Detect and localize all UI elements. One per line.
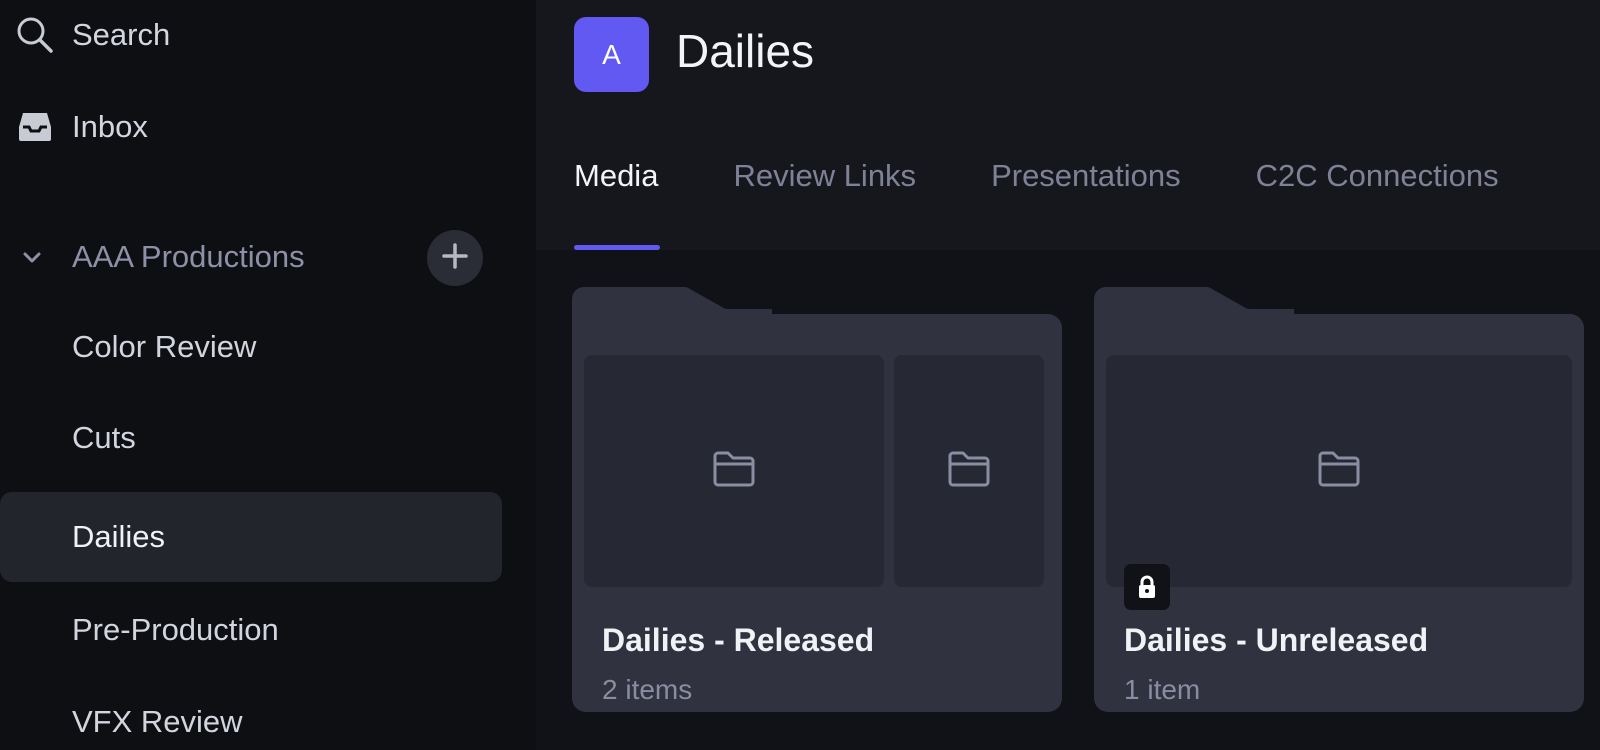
chevron-down-icon[interactable] xyxy=(20,245,44,269)
sidebar-item-vfx-review[interactable]: VFX Review xyxy=(0,677,502,750)
plus-icon xyxy=(441,242,469,275)
folder-card-released[interactable]: Dailies - Released 2 items xyxy=(572,285,1062,712)
team-name: AAA Productions xyxy=(72,239,305,274)
folder-card-unreleased[interactable]: Dailies - Unreleased 1 item xyxy=(1094,285,1584,712)
search-icon xyxy=(16,16,54,54)
active-tab-indicator xyxy=(574,245,660,250)
folder-name: Dailies - Released xyxy=(602,622,875,658)
sidebar-item-label: Color Review xyxy=(72,329,257,364)
tab-review-links[interactable]: Review Links xyxy=(733,158,916,250)
sidebar-search-label: Search xyxy=(72,17,171,52)
tab-media[interactable]: Media xyxy=(574,158,658,250)
folder-body: Dailies - Released 2 items xyxy=(572,314,1062,712)
sidebar-inbox-label: Inbox xyxy=(72,109,148,144)
sidebar-item-color-review[interactable]: Color Review xyxy=(0,302,502,392)
sidebar-item-label: Cuts xyxy=(72,420,136,455)
folder-body: Dailies - Unreleased 1 item xyxy=(1094,314,1584,712)
sidebar-item-label: VFX Review xyxy=(72,704,243,739)
folder-item-count: 1 item xyxy=(1124,674,1201,705)
folder-thumbnail xyxy=(894,355,1044,587)
page-title: Dailies xyxy=(676,25,815,77)
main-content: A Dailies Media Review Links Presentatio… xyxy=(536,0,1600,750)
sidebar-item-cuts[interactable]: Cuts xyxy=(0,393,502,483)
add-project-button[interactable] xyxy=(427,230,483,286)
tab-bar: Media Review Links Presentations C2C Con… xyxy=(574,158,1574,250)
sidebar-item-dailies[interactable]: Dailies xyxy=(0,492,502,582)
sidebar-search[interactable]: Search xyxy=(0,0,536,70)
sidebar-item-label: Pre-Production xyxy=(72,612,279,647)
sidebar-inbox[interactable]: Inbox xyxy=(0,82,536,172)
project-avatar: A xyxy=(574,17,649,92)
sidebar-team[interactable]: AAA Productions xyxy=(0,212,536,302)
tab-c2c-connections[interactable]: C2C Connections xyxy=(1256,158,1499,250)
sidebar-item-label: Dailies xyxy=(72,519,166,554)
sidebar: Search Inbox AAA Productions Color Revie… xyxy=(0,0,536,750)
inbox-icon xyxy=(16,108,54,146)
lock-icon xyxy=(1124,564,1170,610)
project-header: A Dailies Media Review Links Presentatio… xyxy=(536,0,1600,250)
folder-name: Dailies - Unreleased xyxy=(1124,622,1429,658)
folder-thumbnail xyxy=(1106,355,1572,610)
folder-icon xyxy=(1317,450,1361,493)
folder-icon xyxy=(947,450,991,493)
sidebar-item-pre-production[interactable]: Pre-Production xyxy=(0,585,502,675)
folder-icon xyxy=(712,450,756,493)
folder-item-count: 2 items xyxy=(602,674,693,705)
tab-presentations[interactable]: Presentations xyxy=(991,158,1181,250)
folder-thumbnail xyxy=(584,355,884,587)
